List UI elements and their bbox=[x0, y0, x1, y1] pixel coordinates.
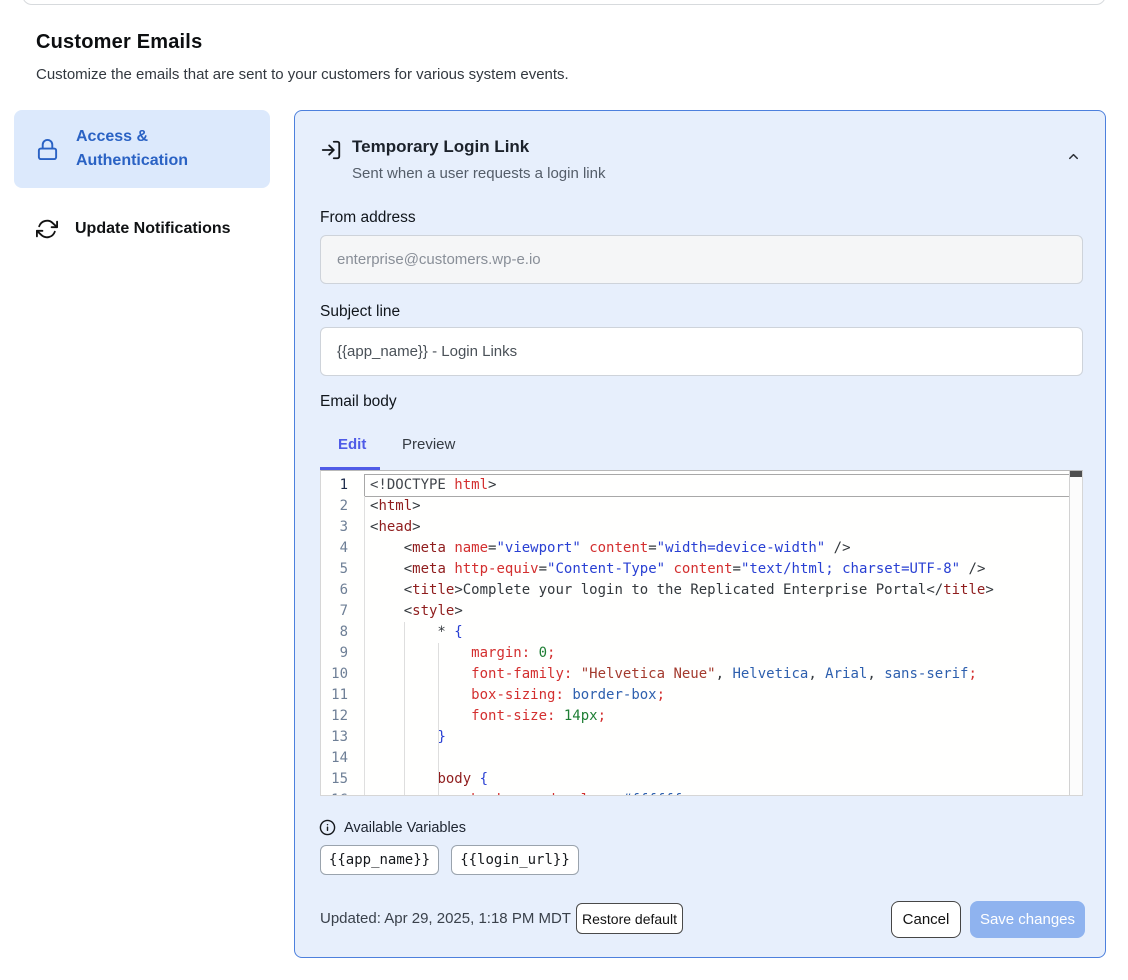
code-line[interactable]: 5 <meta http-equiv="Content-Type" conten… bbox=[321, 559, 1082, 580]
refresh-icon bbox=[36, 218, 58, 240]
temporary-login-link-card: Temporary Login Link Sent when a user re… bbox=[294, 110, 1106, 958]
email-body-label: Email body bbox=[320, 393, 397, 411]
line-number: 11 bbox=[321, 685, 365, 706]
info-icon bbox=[319, 819, 336, 841]
code-line[interactable]: 13 } bbox=[321, 727, 1082, 748]
code-line[interactable]: 8 * { bbox=[321, 622, 1082, 643]
line-number: 4 bbox=[321, 538, 365, 559]
code-line[interactable]: 15 body { bbox=[321, 769, 1082, 790]
indent-guide bbox=[404, 622, 405, 795]
variable-chip-login-url[interactable]: {{login_url}} bbox=[451, 845, 579, 875]
from-address-label: From address bbox=[320, 209, 416, 227]
cancel-button[interactable]: Cancel bbox=[891, 901, 961, 938]
line-number: 14 bbox=[321, 748, 365, 769]
line-number: 5 bbox=[321, 559, 365, 580]
tab-edit[interactable]: Edit bbox=[338, 436, 366, 453]
save-changes-button[interactable]: Save changes bbox=[970, 901, 1085, 938]
code-line[interactable]: 16 background-color: #ffffff; bbox=[321, 790, 1082, 796]
page-title: Customer Emails bbox=[36, 31, 202, 54]
variable-chip-app-name[interactable]: {{app_name}} bbox=[320, 845, 439, 875]
log-in-icon bbox=[320, 139, 342, 166]
subject-line-label: Subject line bbox=[320, 303, 400, 321]
line-number: 15 bbox=[321, 769, 365, 790]
editor-scrollbar[interactable] bbox=[1069, 471, 1082, 795]
editor-scrollbar-thumb[interactable] bbox=[1070, 471, 1083, 477]
sidebar-item-label: Access & Authentication bbox=[76, 125, 256, 173]
subject-line-input[interactable] bbox=[320, 327, 1083, 376]
line-number: 1 bbox=[321, 475, 365, 496]
code-line[interactable]: 11 box-sizing: border-box; bbox=[321, 685, 1082, 706]
lock-icon bbox=[36, 138, 59, 161]
line-number: 10 bbox=[321, 664, 365, 685]
line-number: 8 bbox=[321, 622, 365, 643]
collapse-section-button[interactable] bbox=[1059, 147, 1087, 171]
section-subtitle: Sent when a user requests a login link bbox=[352, 165, 605, 182]
restore-default-button[interactable]: Restore default bbox=[576, 903, 683, 934]
line-number: 16 bbox=[321, 790, 365, 796]
code-line[interactable]: 4 <meta name="viewport" content="width=d… bbox=[321, 538, 1082, 559]
section-title: Temporary Login Link bbox=[352, 137, 529, 157]
line-number: 12 bbox=[321, 706, 365, 727]
available-variables-label: Available Variables bbox=[344, 820, 466, 836]
code-line[interactable]: 12 font-size: 14px; bbox=[321, 706, 1082, 727]
code-line[interactable]: 2<html> bbox=[321, 496, 1082, 517]
code-line[interactable]: 9 margin: 0; bbox=[321, 643, 1082, 664]
sidebar-item-update-notifications[interactable]: Update Notifications bbox=[14, 205, 270, 253]
code-line[interactable]: 1<!DOCTYPE html> bbox=[321, 475, 1082, 496]
email-body-code-editor[interactable]: 1<!DOCTYPE html>2<html>3<head>4 <meta na… bbox=[320, 470, 1083, 796]
line-number: 13 bbox=[321, 727, 365, 748]
code-line[interactable]: 14 bbox=[321, 748, 1082, 769]
code-line[interactable]: 6 <title>Complete your login to the Repl… bbox=[321, 580, 1082, 601]
from-address-input bbox=[320, 235, 1083, 284]
line-number: 7 bbox=[321, 601, 365, 622]
code-line[interactable]: 3<head> bbox=[321, 517, 1082, 538]
page-subtitle: Customize the emails that are sent to yo… bbox=[36, 66, 569, 83]
code-line[interactable]: 10 font-family: "Helvetica Neue", Helvet… bbox=[321, 664, 1082, 685]
last-updated-text: Updated: Apr 29, 2025, 1:18 PM MDT bbox=[320, 910, 571, 927]
line-number: 9 bbox=[321, 643, 365, 664]
line-number: 6 bbox=[321, 580, 365, 601]
code-line[interactable]: 7 <style> bbox=[321, 601, 1082, 622]
sidebar-item-access-authentication[interactable]: Access & Authentication bbox=[14, 110, 270, 188]
chevron-up-icon bbox=[1066, 149, 1081, 169]
previous-card-edge bbox=[22, 0, 1106, 5]
line-number: 2 bbox=[321, 496, 365, 517]
code-lines: 1<!DOCTYPE html>2<html>3<head>4 <meta na… bbox=[321, 475, 1082, 796]
line-number: 3 bbox=[321, 517, 365, 538]
sidebar-item-label: Update Notifications bbox=[75, 217, 231, 241]
tab-preview[interactable]: Preview bbox=[402, 436, 455, 453]
indent-guide bbox=[438, 643, 439, 795]
